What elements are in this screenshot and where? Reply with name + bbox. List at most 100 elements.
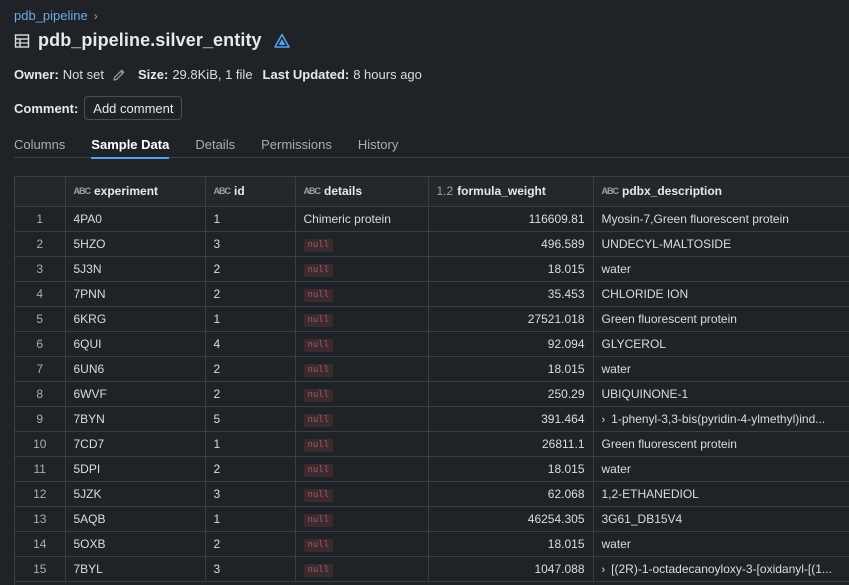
column-header-id[interactable]: ABC id [205, 177, 296, 207]
cell-details[interactable]: null [295, 431, 429, 457]
table-row[interactable]: 14 5OXB 2 null 18.015 water [15, 531, 849, 557]
cell-id[interactable]: 4 [205, 331, 296, 357]
cell-id[interactable]: 1 [205, 306, 296, 332]
table-row[interactable]: 6 6QUI 4 null 92.094 GLYCEROL [15, 331, 849, 357]
cell-pdbx-description[interactable]: UNDECYL-MALTOSIDE [593, 231, 849, 257]
cell-pdbx-description[interactable]: water [593, 256, 849, 282]
column-header-pdbx-description[interactable]: ABC pdbx_description [593, 177, 849, 207]
cell-id[interactable]: 1 [205, 206, 296, 232]
breadcrumb-link-pdb-pipeline[interactable]: pdb_pipeline [14, 8, 88, 23]
cell-pdbx-description[interactable]: Myosin-7,Green fluorescent protein [593, 206, 849, 232]
cell-pdbx-description[interactable]: water [593, 456, 849, 482]
cell-id[interactable]: 1 [205, 506, 296, 532]
cell-pdbx-description[interactable]: UBIQUINONE-1 [593, 381, 849, 407]
table-row[interactable]: 8 6WVF 2 null 250.29 UBIQUINONE-1 [15, 381, 849, 407]
tab-history[interactable]: History [358, 130, 398, 158]
cell-formula-weight[interactable]: 26811.1 [428, 431, 594, 457]
cell-pdbx-description[interactable]: GLYCEROL [593, 331, 849, 357]
row-index-cell[interactable]: 11 [15, 456, 66, 482]
cell-experiment[interactable]: 5J3N [65, 256, 206, 282]
table-row[interactable]: 7 6UN6 2 null 18.015 water [15, 356, 849, 382]
cell-pdbx-description[interactable]: water [593, 356, 849, 382]
cell-details[interactable]: null [295, 406, 429, 432]
cell-experiment[interactable]: 7PNN [65, 281, 206, 307]
table-row[interactable]: 2 5HZO 3 null 496.589 UNDECYL-MALTOSIDE [15, 231, 849, 257]
cell-experiment[interactable]: 5JZK [65, 481, 206, 507]
cell-pdbx-description[interactable]: › [(2R)-1-octadecanoyloxy-3-[oxidanyl-[(1… [593, 556, 849, 582]
cell-details[interactable]: null [295, 456, 429, 482]
cell-formula-weight[interactable]: 250.29 [428, 381, 594, 407]
cell-experiment[interactable]: 4PA0 [65, 206, 206, 232]
cell-details[interactable]: null [295, 531, 429, 557]
cell-details[interactable]: null [295, 381, 429, 407]
tab-details[interactable]: Details [195, 130, 235, 158]
column-header-details[interactable]: ABC details [295, 177, 429, 207]
cell-id[interactable]: 3 [205, 231, 296, 257]
cell-formula-weight[interactable]: 18.015 [428, 256, 594, 282]
row-index-cell[interactable]: 10 [15, 431, 66, 457]
row-index-cell[interactable]: 6 [15, 331, 66, 357]
cell-details[interactable]: null [295, 356, 429, 382]
cell-formula-weight[interactable]: 35.453 [428, 281, 594, 307]
pencil-icon[interactable] [112, 68, 126, 82]
cell-id[interactable]: 2 [205, 456, 296, 482]
row-index-cell[interactable]: 2 [15, 231, 66, 257]
cell-details[interactable]: null [295, 231, 429, 257]
expand-chevron-icon[interactable]: › [602, 414, 606, 426]
cell-id[interactable]: 5 [205, 406, 296, 432]
cell-pdbx-description[interactable]: 1,2-ETHANEDIOL [593, 481, 849, 507]
table-row[interactable]: 12 5JZK 3 null 62.068 1,2-ETHANEDIOL [15, 481, 849, 507]
row-index-cell[interactable]: 14 [15, 531, 66, 557]
cell-id[interactable]: 3 [205, 481, 296, 507]
cell-experiment[interactable]: 7BYN [65, 406, 206, 432]
row-index-cell[interactable]: 3 [15, 256, 66, 282]
table-row[interactable]: 4 7PNN 2 null 35.453 CHLORIDE ION [15, 281, 849, 307]
cell-details[interactable]: null [295, 481, 429, 507]
cell-formula-weight[interactable]: 1047.088 [428, 556, 594, 582]
cell-details[interactable]: null [295, 256, 429, 282]
cell-experiment[interactable]: 6QUI [65, 331, 206, 357]
table-row[interactable]: 13 5AQB 1 null 46254.305 3G61_DB15V4 [15, 506, 849, 532]
cell-id[interactable]: 2 [205, 356, 296, 382]
cell-id[interactable]: 3 [205, 556, 296, 582]
row-index-cell[interactable]: 13 [15, 506, 66, 532]
cell-experiment[interactable]: 7CD7 [65, 431, 206, 457]
delta-table-icon[interactable] [273, 33, 290, 49]
row-index-cell[interactable]: 15 [15, 556, 66, 582]
cell-formula-weight[interactable]: 62.068 [428, 481, 594, 507]
cell-pdbx-description[interactable]: Green fluorescent protein [593, 306, 849, 332]
cell-details[interactable]: null [295, 506, 429, 532]
cell-pdbx-description[interactable]: CHLORIDE ION [593, 281, 849, 307]
cell-experiment[interactable]: 7BYL [65, 556, 206, 582]
cell-pdbx-description[interactable]: Green fluorescent protein [593, 431, 849, 457]
cell-id[interactable]: 2 [205, 381, 296, 407]
cell-experiment[interactable]: 6WVF [65, 381, 206, 407]
cell-details[interactable]: null [295, 306, 429, 332]
column-header-experiment[interactable]: ABC experiment [65, 177, 206, 207]
row-index-cell[interactable]: 7 [15, 356, 66, 382]
cell-formula-weight[interactable]: 27521.018 [428, 306, 594, 332]
cell-id[interactable]: 2 [205, 531, 296, 557]
tab-columns[interactable]: Columns [14, 130, 65, 158]
cell-pdbx-description[interactable]: 3G61_DB15V4 [593, 506, 849, 532]
cell-formula-weight[interactable]: 92.094 [428, 331, 594, 357]
cell-experiment[interactable]: 5OXB [65, 531, 206, 557]
table-row[interactable]: 15 7BYL 3 null 1047.088 › [(2R)-1-octadecanoyl… [15, 556, 849, 582]
cell-formula-weight[interactable]: 18.015 [428, 531, 594, 557]
table-row[interactable]: 9 7BYN 5 null 391.464 › 1-phenyl-3,3-bis(pyrid… [15, 406, 849, 432]
row-index-cell[interactable]: 1 [15, 206, 66, 232]
cell-id[interactable]: 2 [205, 281, 296, 307]
cell-experiment[interactable]: 5DPI [65, 456, 206, 482]
tab-sample-data[interactable]: Sample Data [91, 130, 170, 159]
expand-chevron-icon[interactable]: › [602, 564, 606, 576]
cell-formula-weight[interactable]: 116609.81 [428, 206, 594, 232]
cell-experiment[interactable]: 6UN6 [65, 356, 206, 382]
column-header-formula-weight[interactable]: 1.2 formula_weight [428, 177, 594, 207]
cell-id[interactable]: 2 [205, 256, 296, 282]
table-row[interactable]: 5 6KRG 1 null 27521.018 Green fluorescent pro… [15, 306, 849, 332]
cell-formula-weight[interactable]: 18.015 [428, 456, 594, 482]
cell-details[interactable]: null [295, 281, 429, 307]
add-comment-button[interactable]: Add comment [84, 96, 183, 120]
cell-pdbx-description[interactable]: water [593, 531, 849, 557]
cell-experiment[interactable]: 5HZO [65, 231, 206, 257]
